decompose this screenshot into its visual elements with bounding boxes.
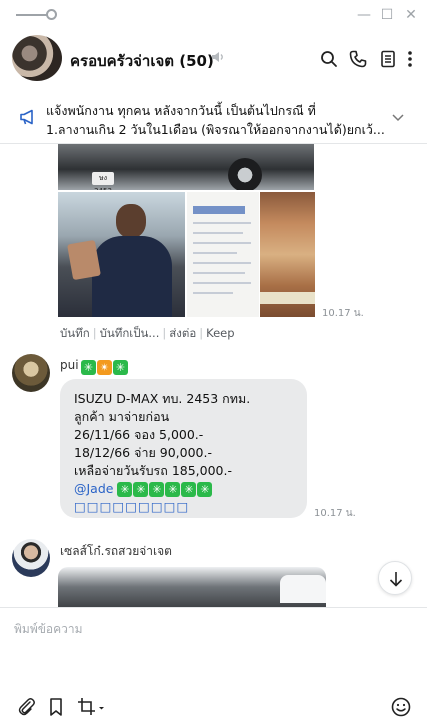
white-car xyxy=(280,575,326,603)
message-bubble[interactable]: ISUZU D-MAX ทบ. 2453 กทม. ลูกค้า มาจ่ายก… xyxy=(60,379,307,518)
car-photo[interactable]: ษง 2453 xyxy=(58,144,314,190)
name-emoji-badges: ✳ ✴ ✳ xyxy=(81,357,129,376)
receipt-line xyxy=(193,242,251,244)
message-line: เหลือจ่ายวันรับรถ 185,000.- xyxy=(74,463,232,478)
group-avatar[interactable] xyxy=(12,35,62,81)
sparkle-icon: ✳ xyxy=(133,482,149,497)
megaphone-icon xyxy=(20,109,33,125)
sparkle-icon: ✳ xyxy=(81,360,96,375)
scroll-to-bottom-button[interactable] xyxy=(378,561,412,595)
cash-photo[interactable] xyxy=(260,192,315,317)
keep-action[interactable]: Keep xyxy=(206,326,234,340)
sparkle-icon: ✳ xyxy=(197,482,213,497)
sender-name: pui xyxy=(60,358,79,372)
message-line: @Jade ✳ ✳ ✳ ✳ ✳ ✳ xyxy=(74,480,293,498)
car-photo[interactable] xyxy=(58,567,326,607)
emoji-icon[interactable] xyxy=(390,696,412,718)
action-separator: | xyxy=(92,326,97,340)
group-title[interactable]: ครอบครัวจ่าเจต (50) xyxy=(70,49,214,73)
more-menu-icon[interactable] xyxy=(403,49,417,69)
receipt-line xyxy=(193,252,237,254)
message-line: 18/12/66 จ่าย 90,000.- xyxy=(74,445,212,460)
muted-speaker-icon xyxy=(212,52,223,62)
chevron-down-icon[interactable] xyxy=(390,109,406,125)
maximize-button[interactable]: ☐ xyxy=(377,5,397,25)
receipt-header xyxy=(193,206,245,214)
receipt-line xyxy=(193,282,251,284)
window-titlebar: — ☐ ✕ xyxy=(0,0,427,30)
message-time: 10.17 น. xyxy=(314,508,356,519)
cash-band xyxy=(260,292,315,304)
avatar[interactable] xyxy=(12,539,50,577)
message-composer xyxy=(0,607,427,728)
screenshot-crop-icon[interactable] xyxy=(76,696,106,718)
receipt-photo[interactable] xyxy=(187,192,259,317)
person-head xyxy=(116,204,146,238)
avatar[interactable] xyxy=(12,354,50,392)
license-plate-text: ษง 2453 xyxy=(92,172,114,190)
save-action[interactable]: บันทึก xyxy=(60,326,90,340)
sparkle-icon: ✴ xyxy=(97,360,112,375)
message-line: ISUZU D-MAX ทบ. 2453 กทม. xyxy=(74,391,251,406)
customer-photo[interactable] xyxy=(58,192,185,317)
sparkle-icon: ✳ xyxy=(149,482,165,497)
car-wheel xyxy=(228,158,262,190)
opacity-slider-knob[interactable] xyxy=(46,9,57,20)
message-input[interactable] xyxy=(14,620,394,680)
save-as-action[interactable]: บันทึกเป็น... xyxy=(100,326,160,340)
sparkle-icon: ✳ xyxy=(113,360,128,375)
announcement-line-2: 1.ลางานเกิน 2 วันใน1เดือน (พิจรณาให้ออกจ… xyxy=(46,122,385,137)
chat-history[interactable]: ษง 2453 10.17 น. บันทึก|บันทึกเป็น...|ส่… xyxy=(0,144,427,607)
opacity-slider-track[interactable] xyxy=(16,14,50,16)
message-time: 10.17 น. xyxy=(322,308,364,319)
unrendered-characters: □□□□□□□□□ xyxy=(74,499,190,514)
arrow-down-icon xyxy=(389,572,403,587)
photo-actions: บันทึก | บันทึกเป็น... | ส่งต่อ | Keep xyxy=(60,325,235,343)
forward-action[interactable]: ส่งต่อ xyxy=(169,326,196,340)
receipt-line xyxy=(193,272,245,274)
announcement-banner[interactable]: แจ้งพนักงาน ทุกคน หลังจากวันนี้ เป็นต้นไ… xyxy=(0,92,427,144)
person-body xyxy=(92,236,172,317)
cash-in-hand xyxy=(67,239,101,281)
bookmark-icon[interactable] xyxy=(45,696,67,718)
minimize-button[interactable]: — xyxy=(354,5,374,25)
phone-call-icon[interactable] xyxy=(348,49,368,69)
sparkle-icon: ✳ xyxy=(181,482,197,497)
action-separator: | xyxy=(199,326,204,340)
announcement-line-1: แจ้งพนักงาน ทุกคน หลังจากวันนี้ เป็นต้นไ… xyxy=(46,103,316,118)
sender-name: เซลส์โก๋.รถสวยจ่าเจต xyxy=(60,544,172,558)
action-separator: | xyxy=(162,326,167,340)
attach-file-icon[interactable] xyxy=(15,696,37,718)
message-line: 26/11/66 จอง 5,000.- xyxy=(74,427,204,442)
close-button[interactable]: ✕ xyxy=(401,5,421,25)
message-line: ลูกค้า มาจ่ายก่อน xyxy=(74,409,170,424)
receipt-line xyxy=(193,262,251,264)
receipt-line xyxy=(193,222,251,224)
search-icon[interactable] xyxy=(319,49,339,69)
receipt-line xyxy=(193,232,243,234)
receipt-line xyxy=(193,292,233,294)
mention-link[interactable]: @Jade xyxy=(74,481,113,496)
sparkle-icon: ✳ xyxy=(165,482,181,497)
sparkle-icon: ✳ xyxy=(117,482,133,497)
chat-header: ครอบครัวจ่าเจต (50) xyxy=(0,30,427,86)
notes-icon[interactable] xyxy=(378,49,398,69)
